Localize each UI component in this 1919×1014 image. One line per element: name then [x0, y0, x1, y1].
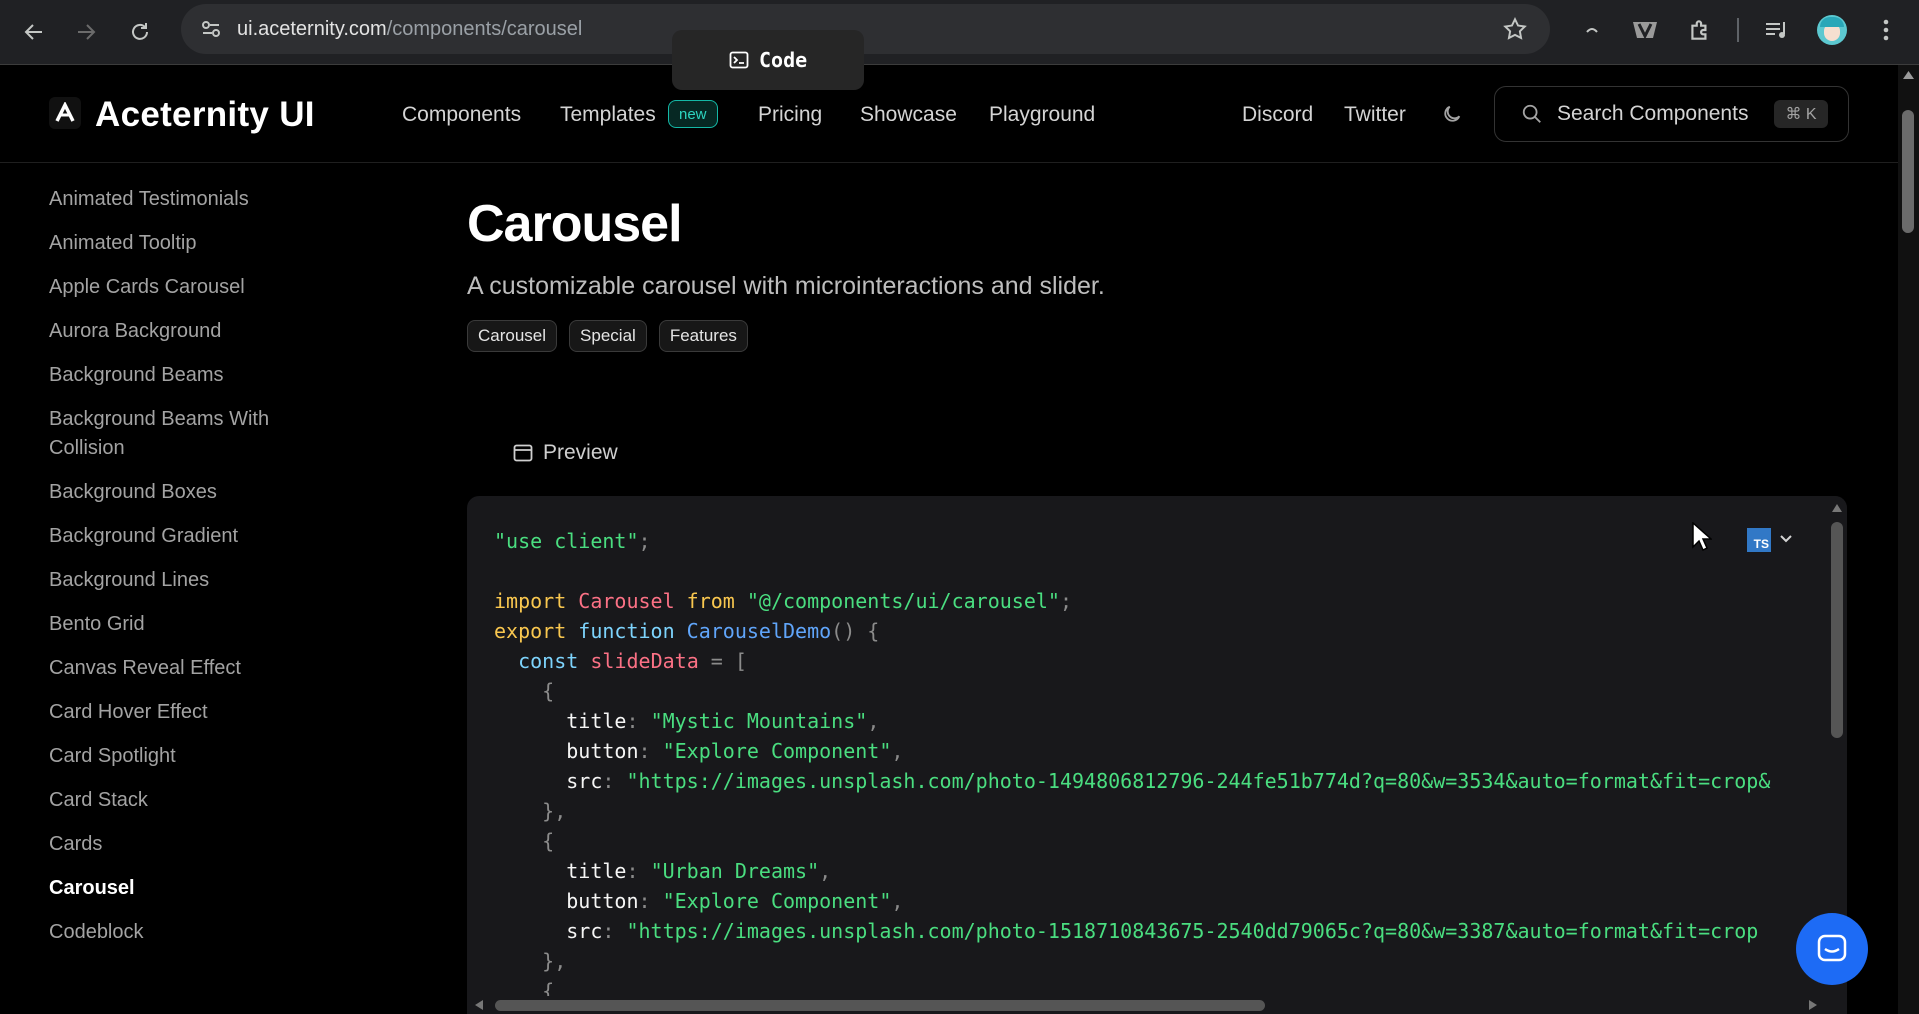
- new-badge: new: [668, 100, 718, 128]
- search-components-button[interactable]: Search Components ⌘ K: [1494, 86, 1849, 142]
- tag-features: Features: [658, 320, 748, 352]
- sidebar-item-cards[interactable]: Cards: [49, 830, 319, 859]
- sidebar-item-card-spotlight[interactable]: Card Spotlight: [49, 742, 319, 771]
- tag-special: Special: [569, 320, 647, 352]
- toolbar-divider: [1736, 14, 1740, 46]
- sidebar-item-aurora-background[interactable]: Aurora Background: [49, 317, 319, 346]
- forward-icon[interactable]: [66, 12, 106, 52]
- search-shortcut: ⌘ K: [1774, 100, 1828, 128]
- code-horizontal-scrollbar[interactable]: [467, 996, 1847, 1014]
- code-horizontal-scroll-thumb[interactable]: [495, 1000, 1265, 1011]
- preview-window-icon: [513, 444, 533, 462]
- chevron-down-icon: [1779, 531, 1793, 549]
- chat-icon: [1817, 934, 1847, 962]
- profile-avatar[interactable]: [1815, 14, 1849, 46]
- back-icon[interactable]: [14, 12, 54, 52]
- reload-icon[interactable]: [120, 12, 160, 52]
- sidebar-item-background-beams-with-collision[interactable]: Background Beams With Collision: [49, 405, 299, 463]
- sidebar-item-animated-testimonials[interactable]: Animated Testimonials: [49, 185, 319, 214]
- typescript-badge: TS: [1747, 528, 1771, 552]
- theme-toggle-moon-icon[interactable]: [1441, 103, 1463, 130]
- code-content[interactable]: "use client"; import Carousel from "@/co…: [494, 526, 1804, 1006]
- code-block[interactable]: "use client"; import Carousel from "@/co…: [467, 496, 1847, 1014]
- sidebar-item-bento-grid[interactable]: Bento Grid: [49, 610, 319, 639]
- sidebar-item-background-gradient[interactable]: Background Gradient: [49, 522, 319, 551]
- tag-carousel: Carousel: [467, 320, 558, 352]
- nav-twitter[interactable]: Twitter: [1344, 103, 1406, 127]
- nav-templates[interactable]: Templates: [560, 103, 656, 127]
- sidebar-item-card-hover-effect[interactable]: Card Hover Effect: [49, 698, 319, 727]
- extensions-puzzle-icon[interactable]: [1683, 14, 1717, 46]
- sidebar-item-background-boxes[interactable]: Background Boxes: [49, 478, 319, 507]
- sidebar-item-canvas-reveal-effect[interactable]: Canvas Reveal Effect: [49, 654, 319, 683]
- sidebar-item-codeblock[interactable]: Codeblock: [49, 918, 319, 947]
- browser-menu-icon[interactable]: [1874, 14, 1898, 46]
- url-text[interactable]: ui.aceternity.com/components/carousel: [237, 18, 582, 41]
- site-settings-icon[interactable]: [199, 17, 223, 41]
- page-subtitle: A customizable carousel with microintera…: [467, 272, 1105, 300]
- aceternity-logo-icon[interactable]: [49, 97, 81, 129]
- search-label: Search Components: [1557, 102, 1749, 125]
- tab-code[interactable]: Code: [672, 30, 864, 90]
- site-header: Aceternity UI Components Templates new P…: [0, 65, 1898, 163]
- tab-preview-label: Preview: [543, 441, 618, 464]
- sidebar-item-apple-cards-carousel[interactable]: Apple Cards Carousel: [49, 273, 319, 302]
- page-scrollbar[interactable]: [1898, 65, 1919, 1014]
- search-icon: [1521, 103, 1543, 125]
- tab-preview[interactable]: Preview: [468, 423, 658, 483]
- language-selector[interactable]: TS: [1747, 528, 1793, 552]
- nav-playground[interactable]: Playground: [989, 103, 1095, 127]
- code-vertical-scroll-thumb[interactable]: [1831, 522, 1843, 738]
- sidebar-item-carousel[interactable]: Carousel: [49, 874, 319, 903]
- browser-toolbar: ui.aceternity.com/components/carousel: [0, 0, 1919, 65]
- extension-dash-icon[interactable]: [1578, 14, 1606, 46]
- address-bar[interactable]: ui.aceternity.com/components/carousel: [181, 4, 1550, 54]
- extension-media-icon[interactable]: [1628, 14, 1662, 46]
- brand-name[interactable]: Aceternity UI: [95, 95, 315, 135]
- media-controls-icon[interactable]: [1760, 14, 1794, 46]
- tab-code-label: Code: [759, 48, 808, 72]
- sidebar-item-background-lines[interactable]: Background Lines: [49, 566, 319, 595]
- sidebar: Animated Testimonials Animated Tooltip A…: [49, 185, 319, 962]
- nav-pricing[interactable]: Pricing: [758, 103, 822, 127]
- terminal-icon: [729, 51, 749, 69]
- sidebar-item-card-stack[interactable]: Card Stack: [49, 786, 319, 815]
- mouse-cursor-icon: [1692, 521, 1713, 557]
- bookmark-star-icon[interactable]: [1502, 16, 1528, 42]
- page-scroll-thumb[interactable]: [1902, 110, 1914, 233]
- sidebar-item-background-beams[interactable]: Background Beams: [49, 361, 319, 390]
- tag-list: Carousel Special Features: [467, 320, 748, 352]
- nav-showcase[interactable]: Showcase: [860, 103, 957, 127]
- nav-components[interactable]: Components: [402, 103, 521, 127]
- nav-discord[interactable]: Discord: [1242, 103, 1313, 127]
- chat-launcher-button[interactable]: [1796, 913, 1868, 985]
- sidebar-item-animated-tooltip[interactable]: Animated Tooltip: [49, 229, 319, 258]
- page-title: Carousel: [467, 195, 683, 253]
